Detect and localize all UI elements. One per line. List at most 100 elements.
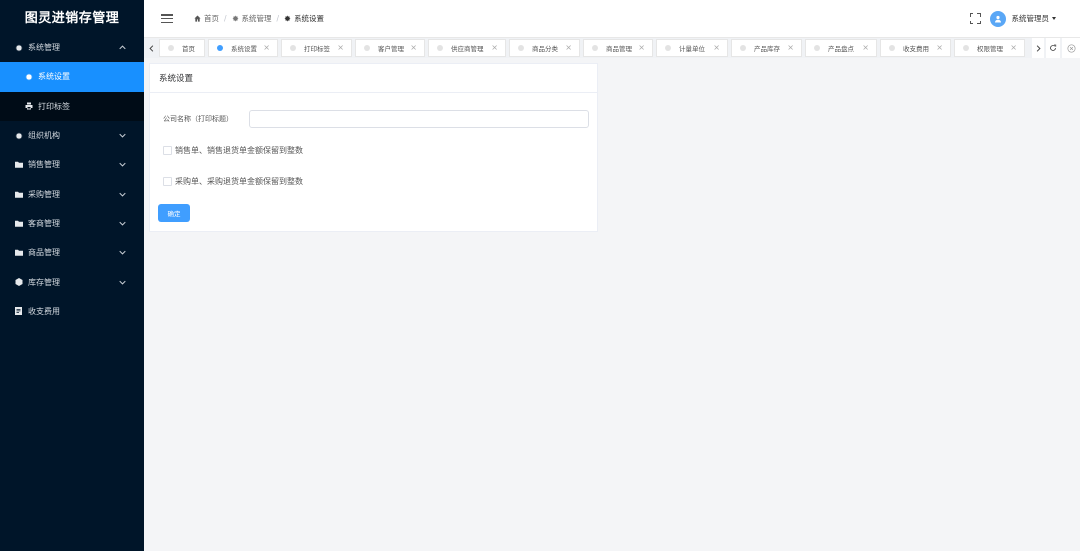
- sales-rounding-checkbox[interactable]: 销售单、销售退货单金额保留到整数: [163, 145, 303, 156]
- purchase-rounding-checkbox[interactable]: 采购单、采购退货单金额保留到整数: [163, 176, 303, 187]
- home-icon: [194, 15, 201, 22]
- sidebar-item-purchase[interactable]: 采购管理: [0, 179, 144, 208]
- sidebar-item-print-labels[interactable]: 打印标签: [0, 92, 144, 121]
- sidebar-item-label: 组织机构: [28, 131, 60, 141]
- company-name-label: 公司名称（打印标题）: [163, 115, 233, 123]
- close-icon[interactable]: ×: [565, 44, 572, 52]
- tab-dot: [889, 45, 895, 51]
- tab-dot: [740, 45, 746, 51]
- sidebar-item-label: 商品管理: [28, 248, 60, 258]
- sidebar-item-label: 客商管理: [28, 218, 60, 228]
- app-logo-title: 图灵进销存管理: [24, 11, 120, 26]
- chevron-right-icon[interactable]: [1032, 38, 1044, 58]
- document-icon: [14, 307, 23, 316]
- sidebar-item-system-management[interactable]: 系统管理: [0, 33, 144, 62]
- sidebar-submenu-system: 系统设置 打印标签: [0, 62, 144, 121]
- tab-label: 商品管理: [606, 45, 632, 53]
- chevron-left-icon[interactable]: [144, 38, 159, 58]
- tabs-bar: 首页 系统设置 × 打印标签 × 客户管理 × 供应商管理 × 商品分类 × 商…: [144, 37, 1080, 58]
- tab-label: 收支费用: [903, 45, 929, 53]
- company-name-input[interactable]: [249, 110, 589, 128]
- tab-dot: [364, 45, 370, 51]
- caret-down-icon: [1052, 17, 1056, 20]
- chevron-down-icon: [118, 278, 126, 286]
- tab-system-settings[interactable]: 系统设置 ×: [208, 39, 278, 57]
- card-title: 系统设置: [150, 64, 597, 93]
- tab-customers[interactable]: 客户管理 ×: [355, 39, 425, 57]
- tab-dot: [437, 45, 443, 51]
- company-name-row: 公司名称（打印标题）: [163, 110, 589, 128]
- chevron-down-icon: [118, 161, 126, 169]
- top-header: 首页 / 系统管理 / 系统设置 系统管理员: [144, 0, 1080, 37]
- settings-card: 系统设置 公司名称（打印标题） 销售单、销售退货单金额保留到整数 采购单、采购退…: [149, 63, 598, 232]
- close-icon[interactable]: ×: [787, 44, 794, 52]
- sales-rounding-label: 销售单、销售退货单金额保留到整数: [175, 146, 303, 155]
- close-icon[interactable]: ×: [638, 44, 645, 52]
- chevron-down-icon: [118, 190, 126, 198]
- breadcrumb-item-home[interactable]: 首页: [194, 13, 219, 24]
- sidebar-menu: 系统管理 系统设置 打印标签 组织机构 销售管理 采购管理 客商管理 商品管理 …: [0, 33, 144, 326]
- breadcrumb-label: 系统管理: [241, 14, 272, 23]
- tab-product-categories[interactable]: 商品分类 ×: [509, 39, 580, 57]
- menu-toggle-icon[interactable]: [161, 14, 173, 23]
- breadcrumb-label: 系统设置: [294, 14, 325, 23]
- tab-label: 系统设置: [231, 45, 257, 53]
- sidebar-item-system-settings[interactable]: 系统设置: [0, 62, 144, 92]
- breadcrumb-separator: /: [276, 14, 280, 23]
- close-icon[interactable]: ×: [263, 44, 270, 52]
- sidebar-item-sales[interactable]: 销售管理: [0, 150, 144, 179]
- tab-label: 产品库存: [754, 45, 780, 53]
- tab-label: 商品分类: [532, 45, 558, 53]
- tab-stocktake[interactable]: 产品盘点 ×: [805, 39, 877, 57]
- sidebar-item-inventory[interactable]: 库存管理: [0, 267, 144, 296]
- breadcrumb-separator: /: [224, 14, 227, 23]
- tab-label: 客户管理: [378, 45, 404, 53]
- user-menu[interactable]: 系统管理员: [1012, 13, 1056, 24]
- sidebar-item-merchants[interactable]: 客商管理: [0, 209, 144, 238]
- tab-dot: [217, 45, 223, 51]
- sidebar-item-products[interactable]: 商品管理: [0, 238, 144, 267]
- checkbox-box[interactable]: [163, 177, 172, 186]
- tab-permissions[interactable]: 权限管理 ×: [954, 39, 1025, 57]
- tab-dot: [592, 45, 598, 51]
- sidebar-item-expenses[interactable]: 收支费用: [0, 297, 144, 326]
- breadcrumb: 首页 / 系统管理 / 系统设置: [194, 13, 324, 24]
- fullscreen-icon[interactable]: [969, 13, 981, 24]
- gear-icon: [232, 15, 239, 22]
- tab-expenses[interactable]: 收支费用 ×: [880, 39, 951, 57]
- tab-home[interactable]: 首页: [159, 39, 205, 57]
- checkbox-box[interactable]: [163, 146, 172, 155]
- tab-dot: [665, 45, 671, 51]
- tab-units[interactable]: 计量单位 ×: [656, 39, 728, 57]
- close-icon[interactable]: ×: [337, 44, 344, 52]
- sidebar-item-organization[interactable]: 组织机构: [0, 121, 144, 150]
- close-icon[interactable]: ×: [491, 44, 498, 52]
- close-icon[interactable]: ×: [862, 44, 869, 52]
- close-all-tabs-icon[interactable]: [1062, 38, 1080, 58]
- tabs: 首页 系统设置 × 打印标签 × 客户管理 × 供应商管理 × 商品分类 × 商…: [159, 38, 1028, 57]
- breadcrumb-item-current: 系统设置: [284, 13, 324, 24]
- tab-print-labels[interactable]: 打印标签 ×: [281, 39, 352, 57]
- sidebar-item-label: 收支费用: [28, 306, 60, 316]
- sidebar-item-label: 系统管理: [28, 43, 60, 53]
- tab-label: 产品盘点: [828, 45, 854, 53]
- close-icon[interactable]: ×: [936, 44, 943, 52]
- avatar[interactable]: [989, 10, 1006, 27]
- refresh-icon[interactable]: [1046, 38, 1060, 58]
- tab-suppliers[interactable]: 供应商管理 ×: [428, 39, 506, 57]
- tab-dot: [168, 45, 174, 51]
- close-icon[interactable]: ×: [410, 44, 417, 52]
- sidebar-item-label: 系统设置: [38, 72, 70, 82]
- gear-icon: [284, 15, 291, 22]
- purchase-rounding-label: 采购单、采购退货单金额保留到整数: [175, 177, 303, 186]
- chevron-down-icon: [118, 219, 126, 227]
- chevron-up-icon: [118, 44, 126, 52]
- confirm-button[interactable]: 确定: [158, 204, 190, 222]
- breadcrumb-item-system-management[interactable]: 系统管理: [232, 13, 272, 24]
- tab-stock[interactable]: 产品库存 ×: [731, 39, 802, 57]
- close-icon[interactable]: ×: [1010, 44, 1017, 52]
- tab-products[interactable]: 商品管理 ×: [583, 39, 653, 57]
- tab-label: 供应商管理: [451, 45, 484, 53]
- close-icon[interactable]: ×: [713, 44, 720, 52]
- tab-label: 计量单位: [679, 45, 705, 53]
